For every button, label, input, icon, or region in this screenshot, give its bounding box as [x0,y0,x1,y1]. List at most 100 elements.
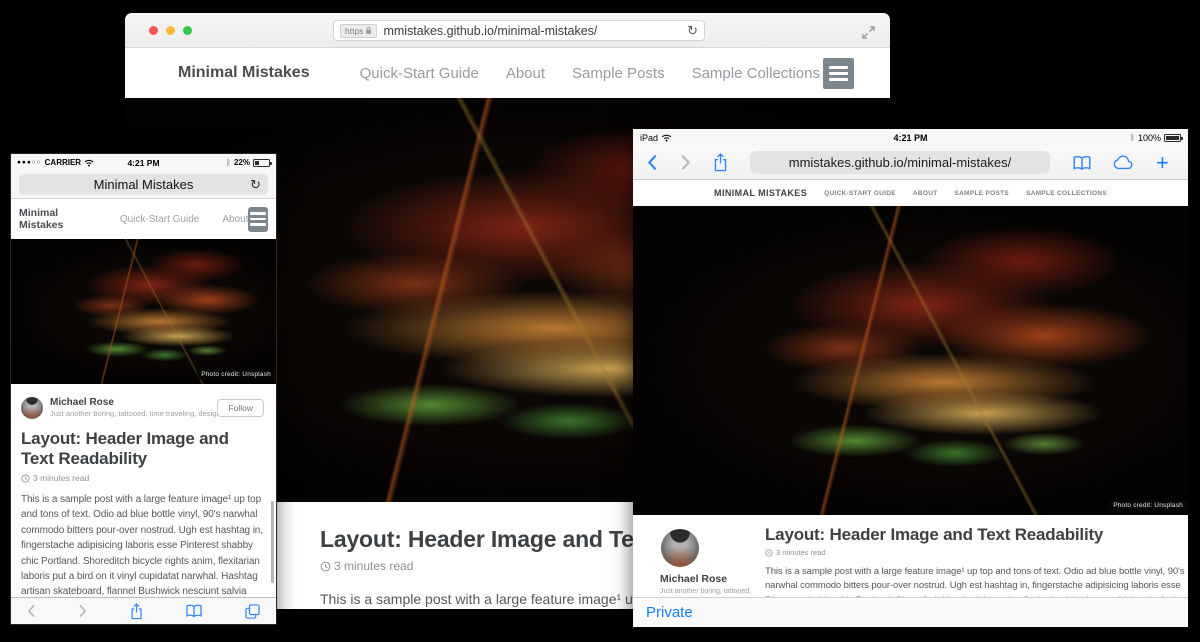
nav-quick-start-guide[interactable]: QUICK-START GUIDE [824,190,896,197]
forward-icon[interactable] [78,604,87,618]
share-icon[interactable] [713,153,728,172]
new-tab-icon[interactable]: + [1156,152,1169,174]
minimize-window-button[interactable] [166,26,175,35]
photo-credit-badge: Photo credit: Unsplash [196,369,276,380]
site-masthead: Minimal Mistakes Quick-Start Guide About… [125,48,890,98]
post-title: Layout: Header Image and Text Readabilit… [21,429,266,469]
nav-sample-collections[interactable]: SAMPLE COLLECTIONS [1026,190,1107,197]
share-icon[interactable] [130,603,143,620]
read-time: 3 minutes read [765,548,1188,557]
refresh-icon[interactable]: ↻ [250,177,261,193]
back-icon[interactable] [27,604,36,618]
ipad-safari: iPad 4:21 PM ᛒ 100% mmistakes.github.io/… [633,129,1188,627]
read-time-label: 3 minutes read [776,548,826,557]
private-button[interactable]: Private [646,604,693,621]
lock-icon [365,26,372,35]
author-name: Michael Rose [50,397,229,408]
clock-icon [21,474,30,483]
nav-quick-start-guide[interactable]: Quick-Start Guide [120,214,199,225]
tabs-icon[interactable] [245,604,260,619]
nav-sample-collections[interactable]: Sample Collections [692,65,820,82]
bluetooth-icon: ᛒ [226,159,231,167]
window-controls [149,26,192,35]
read-time-label: 3 minutes read [334,559,413,573]
ipad-status-bar: iPad 4:21 PM ᛒ 100% [633,129,1188,146]
wifi-icon [661,134,672,142]
close-window-button[interactable] [149,26,158,35]
nav-about[interactable]: About [222,214,248,225]
author-bio: Just another boring, tattooed, time trav… [50,409,229,418]
bluetooth-icon: ᛒ [1130,134,1135,142]
url-text: mmistakes.github.io/minimal-mistakes/ [789,155,1012,170]
composite-screenshot: https mmistakes.github.io/minimal-mistak… [0,0,1200,642]
author-bio: Just another boring, tattooed, [660,588,751,595]
author-row: Michael Rose Just another boring, tattoo… [21,397,266,419]
iphone-safari: ●●●○○ CARRIER 4:21 PM ᛒ 22% Minimal Mist… [10,153,277,625]
site-title-link[interactable]: Minimal Mistakes [178,64,310,82]
battery-icon [1164,134,1181,142]
carrier-label: CARRIER [45,158,81,167]
ipad-status-right: ᛒ 100% [1130,133,1181,143]
iphone-status-right: ᛒ 22% [226,158,270,167]
status-time: 4:21 PM [633,133,1188,143]
zoom-window-button[interactable] [183,26,192,35]
wifi-icon [84,159,94,167]
read-time: 3 minutes read [21,473,266,483]
clock-icon [320,561,331,572]
post-title: Layout: Header Image and Text Readabilit… [765,525,1188,545]
https-badge: https [340,24,377,38]
header-feature-image: Photo credit: Unsplash [11,239,276,384]
site-masthead: Minimal Mistakes Quick-Start Guide About [11,199,276,239]
site-nav: Quick-Start Guide About Sample Posts Sam… [333,65,820,82]
scroll-indicator[interactable] [271,501,274,583]
site-masthead: MINIMAL MISTAKES QUICK-START GUIDE ABOUT… [633,180,1188,206]
battery-percent: 100% [1138,133,1161,143]
nav-about[interactable]: About [506,65,545,82]
post-content: Michael Rose Just another boring, tattoo… [633,515,1188,597]
icloud-tabs-icon[interactable] [1112,155,1136,170]
header-feature-image: Photo credit: Unsplash [633,206,1188,515]
battery-percent: 22% [234,158,250,167]
author-name: Michael Rose [660,573,727,585]
clock-icon [765,549,773,557]
url-title: Minimal Mistakes [94,177,194,192]
private-browsing-bar: Private [633,597,1188,627]
author-avatar [661,529,699,567]
back-icon[interactable] [647,154,658,171]
author-avatar [21,397,43,419]
iphone-status-bar: ●●●○○ CARRIER 4:21 PM ᛒ 22% [11,154,276,171]
read-time-label: 3 minutes read [33,473,89,483]
bookmarks-icon[interactable] [185,604,203,618]
signal-dots-icon: ●●●○○ [17,159,42,166]
site-title-link[interactable]: MINIMAL MISTAKES [714,188,807,198]
address-bar[interactable]: Minimal Mistakes ↻ [19,174,268,195]
nav-sample-posts[interactable]: SAMPLE POSTS [955,190,1010,197]
safari-urlbar: Minimal Mistakes ↻ [11,171,276,199]
browser-chrome: https mmistakes.github.io/minimal-mistak… [125,13,890,48]
author-info: Michael Rose Just another boring, tattoo… [50,397,229,419]
refresh-icon[interactable]: ↻ [687,24,698,37]
battery-icon [253,159,270,167]
url-text: mmistakes.github.io/minimal-mistakes/ [383,24,681,38]
device-label: iPad [640,133,658,143]
post-article: Layout: Header Image and Text Readabilit… [765,525,1188,597]
bookmarks-icon[interactable] [1072,155,1092,171]
nav-quick-start-guide[interactable]: Quick-Start Guide [360,65,479,82]
forward-icon[interactable] [680,154,691,171]
nav-sample-posts[interactable]: Sample Posts [572,65,665,82]
fullscreen-icon[interactable] [862,26,875,39]
https-label: https [345,26,363,36]
nav-about[interactable]: ABOUT [913,190,938,197]
follow-button[interactable]: Follow [217,399,264,417]
safari-toolbar: mmistakes.github.io/minimal-mistakes/ + [633,146,1188,180]
safari-bottom-toolbar [11,597,276,624]
address-bar[interactable]: mmistakes.github.io/minimal-mistakes/ [750,151,1050,174]
post-content: Michael Rose Just another boring, tattoo… [11,384,276,597]
menu-hamburger-icon[interactable] [248,207,268,232]
post-paragraph: This is a sample post with a large featu… [765,565,1188,597]
address-bar[interactable]: https mmistakes.github.io/minimal-mistak… [333,20,705,41]
post-paragraph-1: This is a sample post with a large featu… [21,492,268,597]
site-title-link[interactable]: Minimal Mistakes [19,207,84,231]
photo-credit-badge: Photo credit: Unsplash [1108,500,1188,511]
menu-hamburger-icon[interactable] [823,58,854,89]
